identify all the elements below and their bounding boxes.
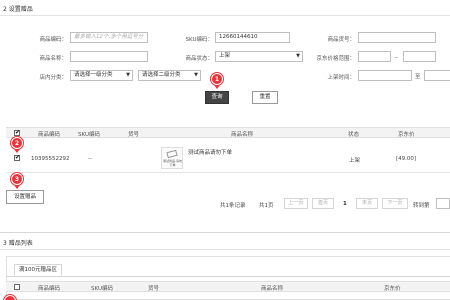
listing-end-input[interactable]: [424, 70, 450, 81]
product-code-cell: 10395552292: [31, 156, 70, 162]
column-header: 商品编码: [38, 286, 61, 292]
pen-icon: [166, 149, 178, 159]
product-no-input[interactable]: [358, 32, 436, 43]
divider: [0, 232, 450, 233]
divider: [0, 249, 450, 250]
listing-start-input[interactable]: [358, 70, 412, 81]
gift-table-header: 商品编码 SKU编码 货号 商品名称 京东价: [6, 281, 450, 292]
jd-price-label: 京东价格范围：: [316, 56, 355, 62]
product-thumbnail: 测试商品,请勿下单: [161, 147, 183, 169]
product-status-value: 上架: [219, 53, 231, 59]
gift-select-all-checkbox[interactable]: [14, 284, 20, 290]
pagination-jump-input[interactable]: [436, 198, 450, 209]
table-row[interactable]: 10395552292 -- 测试商品,请勿下单 测试商品请勿下单 上架 [49…: [6, 143, 450, 173]
marker-3-badge: 3: [11, 173, 23, 185]
status-cell: 上架: [349, 158, 361, 164]
pagination-first-button[interactable]: 首页: [312, 198, 334, 209]
category-1-select[interactable]: 请选择一级分类 ▼: [70, 70, 133, 81]
column-header: SKU编码: [78, 132, 100, 138]
time-separator: 至: [415, 74, 421, 80]
select-all-checkbox[interactable]: [14, 129, 20, 136]
pagination-current[interactable]: 1: [343, 201, 347, 207]
sku-code-label: SKU编码：: [185, 37, 213, 43]
category-2-select[interactable]: 请选择二级分类 ▼: [138, 70, 201, 81]
pagination-last-button[interactable]: 末页: [356, 198, 378, 209]
pagination-jump-label: 转到第: [413, 203, 430, 209]
gift-list-panel: [6, 256, 450, 300]
product-table-header: 商品编码 SKU编码 货号 商品名称 状态 京东价: [6, 127, 450, 138]
column-header: 商品名称: [261, 286, 284, 292]
product-name-link[interactable]: 测试商品请勿下单: [188, 148, 232, 156]
thumbnail-text: 测试商品,请勿下单: [163, 159, 182, 167]
section-title-gift-setup: 2 设置赠品: [3, 6, 33, 13]
marker-3-pointer: [14, 185, 20, 189]
pagination-prev-button[interactable]: 上一页: [284, 198, 308, 209]
set-gift-button[interactable]: 设置赠品: [6, 190, 44, 204]
marker-1-badge: 1: [211, 73, 223, 85]
column-header: 状态: [348, 132, 360, 138]
product-name-input[interactable]: [70, 51, 148, 62]
row-checkbox[interactable]: [14, 154, 20, 161]
reset-button[interactable]: 重置: [252, 91, 278, 104]
category-1-value: 请选择一级分类: [74, 72, 113, 78]
store-category-label: 店内分类：: [39, 75, 67, 81]
category-2-value: 请选择二级分类: [142, 72, 181, 78]
product-status-label: 商品状态：: [185, 56, 213, 62]
product-code-label: 商品编码：: [39, 37, 67, 43]
product-no-label: 商品货号：: [327, 37, 355, 43]
listing-time-label: 上架时间：: [327, 75, 355, 81]
price-cell: [49.00]: [396, 156, 417, 162]
chevron-down-icon: ▼: [126, 72, 130, 78]
divider: [0, 15, 450, 16]
tab-100-yuan-gift-zone[interactable]: 满100元赠品区: [14, 264, 62, 276]
sku-code-input[interactable]: 12660144610: [215, 32, 290, 43]
product-code-input[interactable]: 最多输入12个,多个用逗号分: [70, 32, 148, 43]
column-header: 货号: [128, 132, 140, 138]
column-header: 京东价: [398, 132, 415, 138]
pagination-total: 共1条记录: [220, 203, 246, 209]
chevron-down-icon: ▼: [296, 53, 300, 59]
query-button[interactable]: 查询: [205, 91, 229, 104]
column-header: SKU编码: [91, 286, 113, 292]
column-header: 京东价: [384, 286, 401, 292]
pagination-pages: 共1页: [259, 203, 274, 209]
price-max-input[interactable]: [403, 51, 436, 62]
price-min-input[interactable]: [358, 51, 391, 62]
product-status-select[interactable]: 上架 ▼: [215, 51, 303, 62]
sku-code-cell: --: [88, 156, 92, 162]
product-name-label: 商品名称：: [39, 56, 67, 62]
price-separator: _: [395, 52, 398, 58]
column-header: 商品编码: [38, 132, 61, 138]
section-title-gift-list: 3 赠品列表: [3, 240, 33, 247]
column-header: 货号: [148, 286, 160, 292]
marker-badge: [4, 295, 16, 300]
chevron-down-icon: ▼: [194, 72, 198, 78]
pagination-next-button[interactable]: 下一页: [382, 198, 408, 209]
marker-1-pointer: [214, 85, 220, 89]
divider: [6, 276, 450, 277]
column-header: 商品名称: [231, 132, 254, 138]
